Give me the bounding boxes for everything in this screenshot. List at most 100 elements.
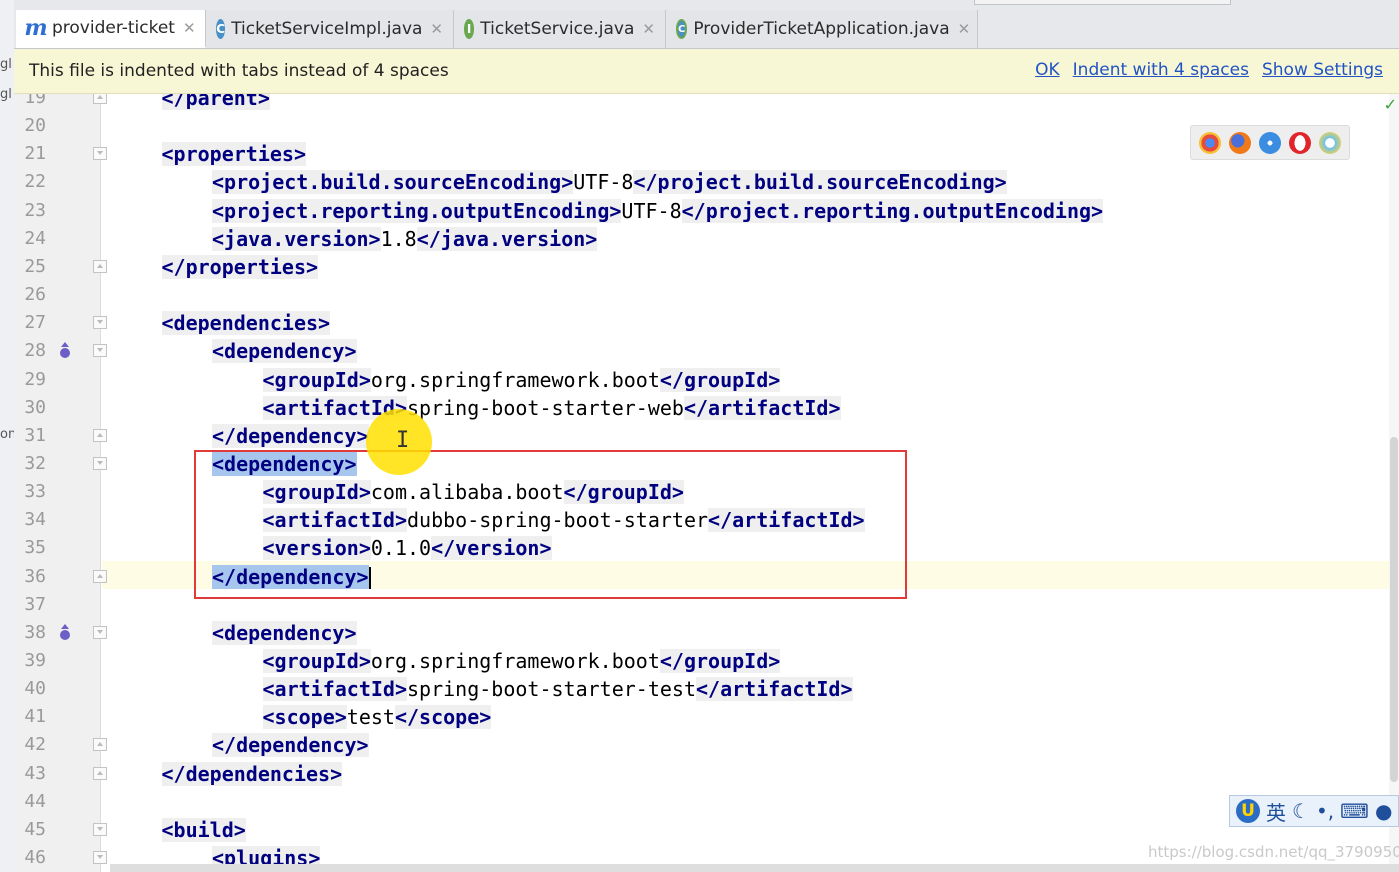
ok-link[interactable]: OK: [1035, 60, 1060, 80]
indent-with-4-spaces-link[interactable]: Indent with 4 spaces: [1073, 60, 1249, 80]
editor-tab-bar: m provider-ticket ✕ C TicketServiceImpl.…: [14, 0, 1399, 49]
scrollbar-thumb[interactable]: [1390, 437, 1398, 782]
fold-toggle-icon[interactable]: [93, 259, 107, 273]
tab-ticket-service[interactable]: I TicketService.java ✕: [454, 10, 666, 48]
code-line[interactable]: 36 </dependency>: [14, 563, 1399, 591]
dependency-gutter-icon[interactable]: [58, 341, 72, 361]
horizontal-scrollbar[interactable]: [110, 864, 1399, 872]
code-line[interactable]: 24 <java.version>1.8</java.version>: [14, 225, 1399, 253]
fold-toggle-icon[interactable]: [93, 822, 107, 836]
code-text[interactable]: <scope>test</scope>: [262, 703, 492, 731]
code-line[interactable]: 25 </properties>: [14, 253, 1399, 281]
opera-icon[interactable]: [1289, 131, 1311, 154]
tab-label: ProviderTicketApplication.java: [693, 19, 950, 39]
tab-provider-ticket[interactable]: m provider-ticket ✕: [16, 10, 206, 48]
fold-toggle-icon[interactable]: [93, 625, 107, 639]
ie-icon[interactable]: [1319, 131, 1341, 154]
line-number: 36: [24, 565, 46, 587]
tab-provider-ticket-application[interactable]: C ProviderTicketApplication.java ✕: [666, 10, 978, 48]
code-line[interactable]: 39 <groupId>org.springframework.boot</gro…: [14, 647, 1399, 675]
vertical-scrollbar[interactable]: [1389, 94, 1399, 872]
moon-icon[interactable]: ☾: [1292, 799, 1310, 823]
code-line[interactable]: 43 </dependencies>: [14, 760, 1399, 788]
fold-toggle-icon[interactable]: [93, 456, 107, 470]
code-text[interactable]: <dependency>: [212, 450, 357, 478]
close-icon[interactable]: ✕: [183, 19, 196, 37]
user-icon[interactable]: ●: [1375, 799, 1392, 823]
code-line[interactable]: 29 <groupId>org.springframework.boot</gro…: [14, 366, 1399, 394]
fold-toggle-icon[interactable]: [93, 766, 107, 780]
fold-toggle-icon[interactable]: [93, 147, 107, 161]
firefox-icon[interactable]: [1229, 131, 1251, 154]
tab-ticket-service-impl[interactable]: C TicketServiceImpl.java ✕: [206, 10, 454, 48]
code-text[interactable]: <build>: [161, 816, 246, 844]
code-text[interactable]: </properties>: [161, 253, 319, 281]
code-line[interactable]: 22 <project.build.sourceEncoding>UTF-8</p…: [14, 168, 1399, 196]
code-text[interactable]: <groupId>org.springframework.boot</group…: [262, 366, 781, 394]
code-text[interactable]: </dependency>: [212, 731, 369, 759]
code-line[interactable]: 27 <dependencies>: [14, 309, 1399, 337]
code-line[interactable]: 26: [14, 281, 1399, 309]
code-editor[interactable]: 19 </parent> 20 21 <properties> 22 <project.bu…: [14, 94, 1399, 872]
line-number: 45: [24, 818, 46, 840]
inspection-ok-icon[interactable]: ✓: [1384, 95, 1397, 114]
project-panel-edge[interactable]: gl gl on: [0, 0, 15, 872]
code-line[interactable]: 32 <dependency>: [14, 450, 1399, 478]
code-text[interactable]: <groupId>org.springframework.boot</group…: [262, 647, 781, 675]
fold-toggle-icon[interactable]: [93, 738, 107, 752]
code-text[interactable]: <artifactId>spring-boot-starter-web</art…: [262, 394, 841, 422]
close-icon[interactable]: ✕: [958, 20, 971, 38]
fold-toggle-icon[interactable]: [93, 569, 107, 583]
code-text[interactable]: <project.build.sourceEncoding>UTF-8</pro…: [212, 168, 1007, 196]
code-line[interactable]: 28 <dependency>: [14, 337, 1399, 365]
code-line[interactable]: 37: [14, 591, 1399, 619]
fold-toggle-icon[interactable]: [93, 344, 107, 358]
code-line[interactable]: 31 </dependency>: [14, 422, 1399, 450]
code-text[interactable]: </dependency>: [212, 563, 371, 591]
line-number: 23: [24, 199, 46, 221]
code-text[interactable]: <dependencies>: [161, 309, 331, 337]
code-line[interactable]: 19 </parent>: [14, 94, 1399, 112]
show-settings-link[interactable]: Show Settings: [1262, 60, 1383, 80]
code-line[interactable]: 23 <project.reporting.outputEncoding>UTF-…: [14, 197, 1399, 225]
code-line[interactable]: 35 <version>0.1.0</version>: [14, 534, 1399, 562]
code-line[interactable]: 42 </dependency>: [14, 731, 1399, 759]
fold-toggle-icon[interactable]: [93, 94, 107, 104]
close-icon[interactable]: ✕: [642, 20, 655, 38]
code-line[interactable]: 30 <artifactId>spring-boot-starter-web</a…: [14, 394, 1399, 422]
ime-toolbar[interactable]: U 英 ☾ •, ⌨ ●: [1229, 795, 1399, 827]
code-text[interactable]: <version>0.1.0</version>: [262, 534, 552, 562]
code-text[interactable]: <java.version>1.8</java.version>: [212, 225, 598, 253]
code-line[interactable]: 44: [14, 788, 1399, 816]
dependency-gutter-icon[interactable]: [58, 623, 72, 643]
code-line[interactable]: 41 <scope>test</scope>: [14, 703, 1399, 731]
line-number: 31: [24, 424, 46, 446]
code-line[interactable]: 40 <artifactId>spring-boot-starter-test</…: [14, 675, 1399, 703]
code-line[interactable]: 33 <groupId>com.alibaba.boot</groupId>: [14, 478, 1399, 506]
code-text[interactable]: </dependencies>: [161, 760, 343, 788]
safari-icon[interactable]: [1259, 131, 1281, 154]
close-icon[interactable]: ✕: [430, 20, 443, 38]
code-text[interactable]: </dependency>: [212, 422, 369, 450]
code-line[interactable]: 34 <artifactId>dubbo-spring-boot-starter<…: [14, 506, 1399, 534]
keyboard-icon[interactable]: ⌨: [1340, 799, 1369, 823]
fold-toggle-icon[interactable]: [93, 316, 107, 330]
code-line[interactable]: 38 <dependency>: [14, 619, 1399, 647]
code-text[interactable]: <dependency>: [212, 619, 357, 647]
ime-language[interactable]: 英: [1266, 797, 1286, 826]
code-text[interactable]: <project.reporting.outputEncoding>UTF-8<…: [212, 197, 1104, 225]
line-number: 27: [24, 312, 46, 334]
code-text[interactable]: <groupId>com.alibaba.boot</groupId>: [262, 478, 684, 506]
text-caret: [368, 567, 371, 590]
code-text[interactable]: <artifactId>spring-boot-starter-test</ar…: [262, 675, 853, 703]
fold-toggle-icon[interactable]: [93, 851, 107, 865]
chrome-icon[interactable]: [1199, 131, 1221, 154]
code-text[interactable]: <dependency>: [212, 337, 357, 365]
code-text[interactable]: <properties>: [161, 140, 306, 168]
code-text[interactable]: <artifactId>dubbo-spring-boot-starter</a…: [262, 506, 865, 534]
line-number: 32: [24, 452, 46, 474]
punctuation-icon[interactable]: •,: [1316, 799, 1334, 823]
code-text[interactable]: </parent>: [161, 94, 270, 112]
code-line[interactable]: 45 <build>: [14, 816, 1399, 844]
fold-toggle-icon[interactable]: [93, 428, 107, 442]
